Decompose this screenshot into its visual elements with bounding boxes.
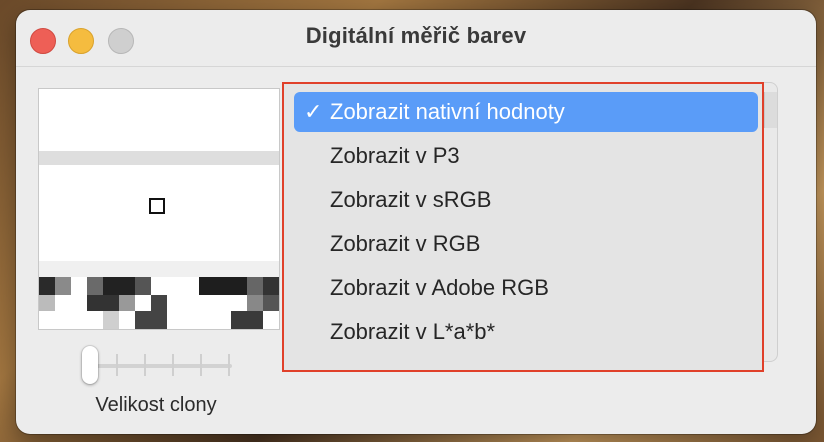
- menu-item-label: Zobrazit v sRGB: [330, 187, 492, 212]
- title-bar: Digitální měřič barev: [16, 10, 816, 67]
- preview-pixel: [135, 311, 167, 329]
- preview-pixel: [55, 277, 71, 295]
- slider-track: [88, 364, 232, 368]
- preview-pixel: [103, 311, 119, 329]
- menu-item-adobe-rgb[interactable]: Zobrazit v Adobe RGB: [294, 268, 758, 308]
- menu-item-label: Zobrazit v L*a*b*: [330, 319, 496, 344]
- preview-pixel-row: [39, 261, 279, 277]
- aperture-size-label: Velikost clony: [95, 394, 217, 416]
- color-mode-menu: ✓ Zobrazit nativní hodnoty Zobrazit v P3…: [282, 82, 764, 372]
- slider-tick: [144, 354, 146, 376]
- menu-item-p3[interactable]: Zobrazit v P3: [294, 136, 758, 176]
- menu-item-label: Zobrazit v P3: [330, 143, 460, 168]
- slider-tick: [116, 354, 118, 376]
- menu-item-label: Zobrazit v Adobe RGB: [330, 275, 549, 300]
- menu-item-label: Zobrazit nativní hodnoty: [330, 99, 565, 124]
- menu-item-label: Zobrazit v RGB: [330, 231, 481, 256]
- checkmark-icon: ✓: [304, 99, 323, 124]
- menu-item-native-values[interactable]: ✓ Zobrazit nativní hodnoty: [294, 92, 758, 132]
- preview-pixel: [263, 295, 279, 311]
- slider-tick: [172, 354, 174, 376]
- aperture-indicator: [149, 198, 165, 214]
- preview-pixel: [39, 295, 55, 311]
- preview-pixel: [39, 277, 55, 295]
- slider-tick: [200, 354, 202, 376]
- menu-item-lab[interactable]: Zobrazit v L*a*b*: [294, 312, 758, 352]
- menu-item-rgb[interactable]: Zobrazit v RGB: [294, 224, 758, 264]
- digital-color-meter-window: Digitální měřič barev Velikost clony ✓ Z…: [16, 10, 816, 434]
- preview-pixel: [135, 277, 151, 295]
- preview-pixel: [119, 295, 135, 311]
- preview-pixel: [247, 277, 263, 295]
- menu-item-srgb[interactable]: Zobrazit v sRGB: [294, 180, 758, 220]
- aperture-size-slider[interactable]: [82, 346, 232, 386]
- preview-pixel: [87, 277, 103, 295]
- preview-pixel: [87, 295, 119, 311]
- popup-arrow-edge: [764, 92, 777, 128]
- preview-pixel: [247, 295, 263, 311]
- preview-pixel-row: [39, 151, 279, 165]
- window-title: Digitální měřič barev: [305, 23, 527, 48]
- slider-tick: [228, 354, 230, 376]
- preview-pixel: [151, 295, 167, 311]
- magnified-preview: [38, 88, 280, 330]
- preview-pixel: [263, 277, 279, 295]
- slider-thumb[interactable]: [82, 346, 98, 384]
- preview-pixel: [199, 277, 247, 295]
- preview-pixel: [103, 277, 135, 295]
- preview-pixel: [231, 311, 263, 329]
